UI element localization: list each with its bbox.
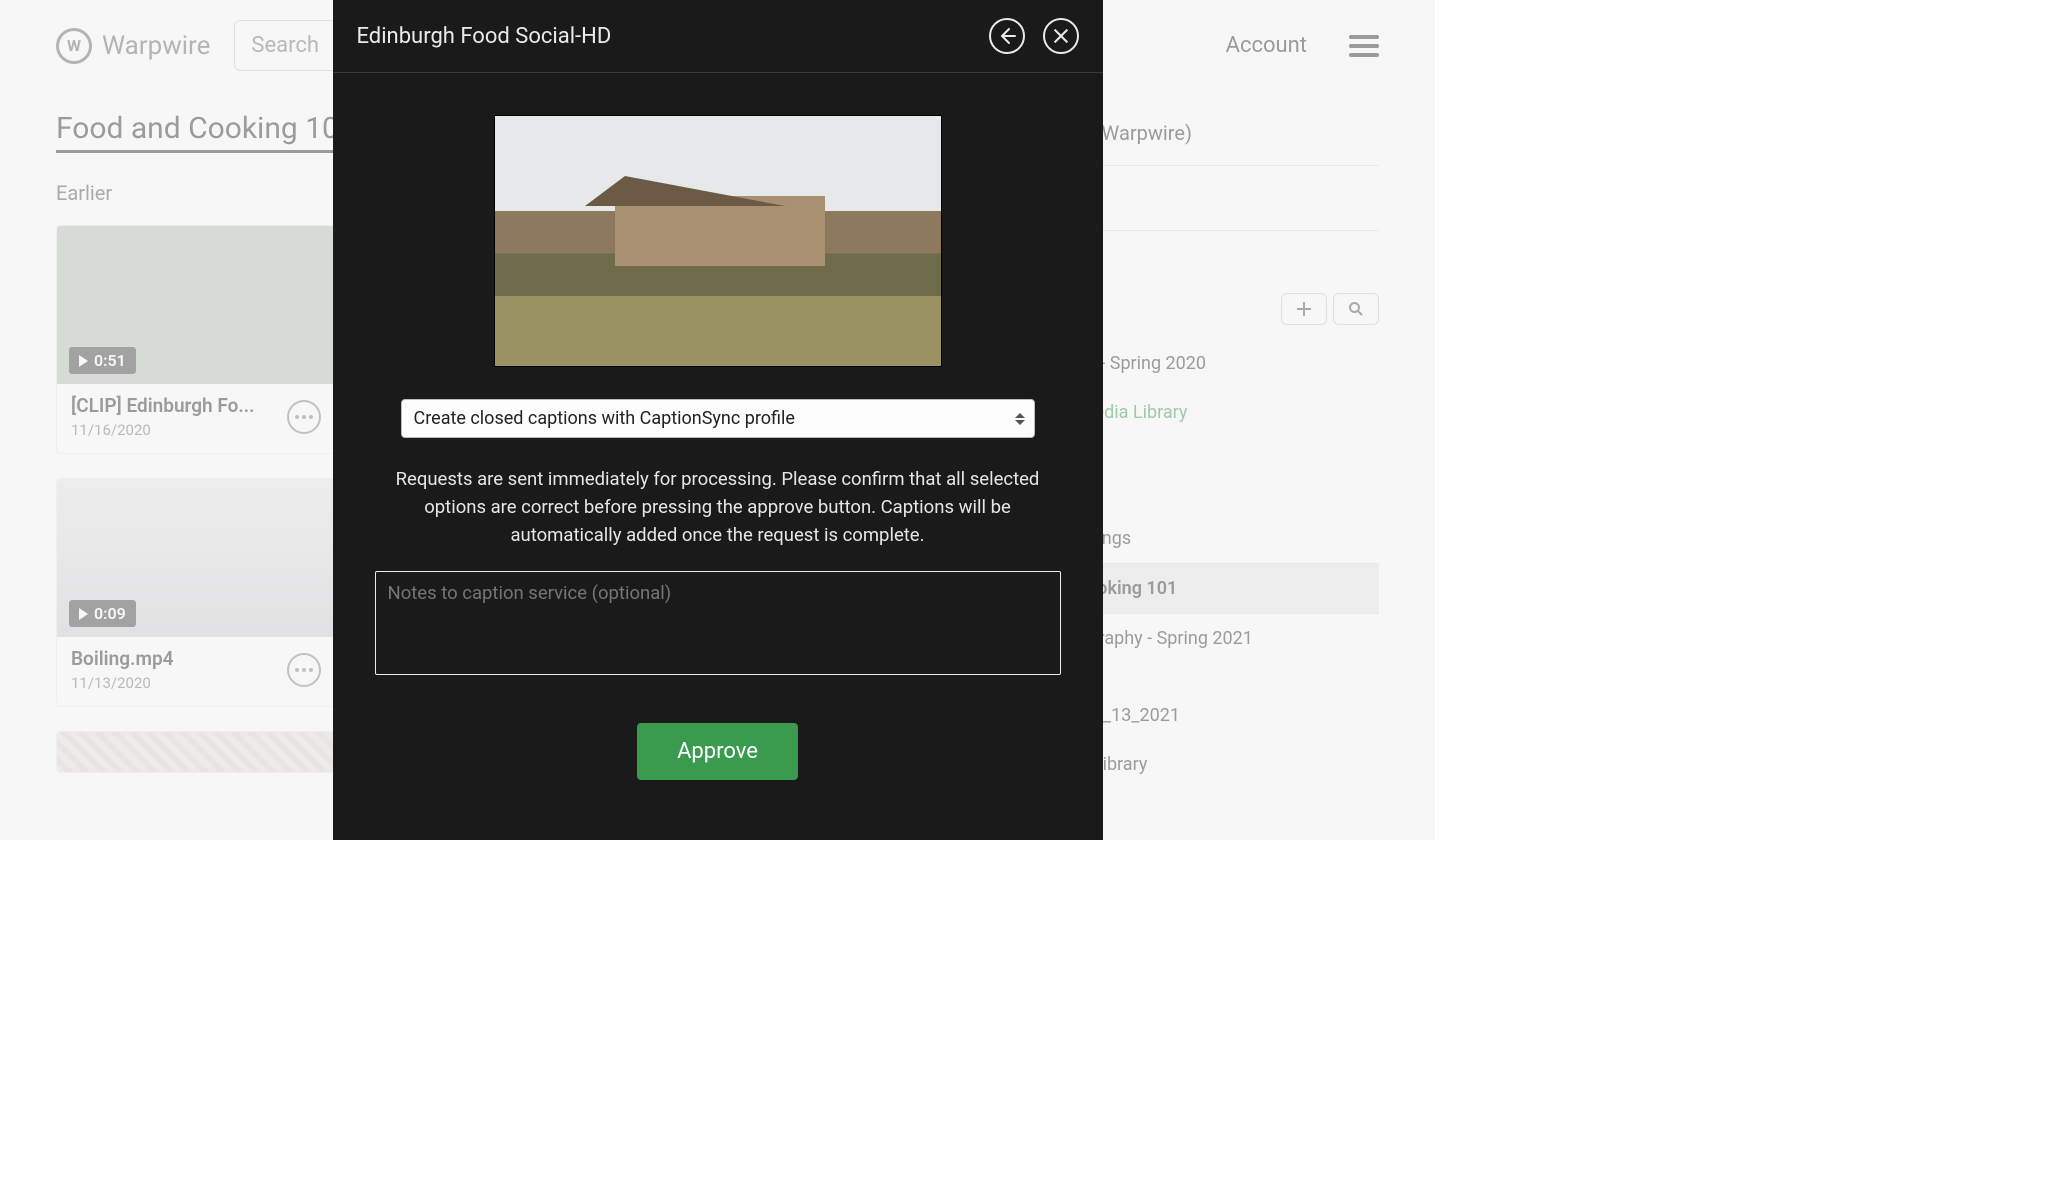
- modal-title: Edinburgh Food Social-HD: [357, 24, 612, 49]
- caption-notes-input[interactable]: [375, 571, 1061, 675]
- back-button[interactable]: [989, 18, 1025, 54]
- modal-header: Edinburgh Food Social-HD: [333, 0, 1103, 73]
- video-preview-image: [494, 115, 942, 367]
- modal-header-actions: [989, 18, 1079, 54]
- arrow-left-icon: [997, 26, 1017, 46]
- modal-overlay[interactable]: Edinburgh Food Social-HD: [0, 0, 1435, 840]
- close-button[interactable]: [1043, 18, 1079, 54]
- modal-body: Create closed captions with CaptionSync …: [333, 73, 1103, 810]
- approve-button[interactable]: Approve: [637, 723, 798, 780]
- profile-select-wrap: Create closed captions with CaptionSync …: [401, 399, 1035, 438]
- caption-modal: Edinburgh Food Social-HD: [333, 0, 1103, 840]
- app-root: W Warpwire Account Food and Cooking 101 …: [0, 0, 1435, 840]
- select-chevron-icon: [1015, 413, 1025, 425]
- caption-info-text: Requests are sent immediately for proces…: [383, 466, 1053, 549]
- caption-profile-select[interactable]: Create closed captions with CaptionSync …: [401, 399, 1035, 438]
